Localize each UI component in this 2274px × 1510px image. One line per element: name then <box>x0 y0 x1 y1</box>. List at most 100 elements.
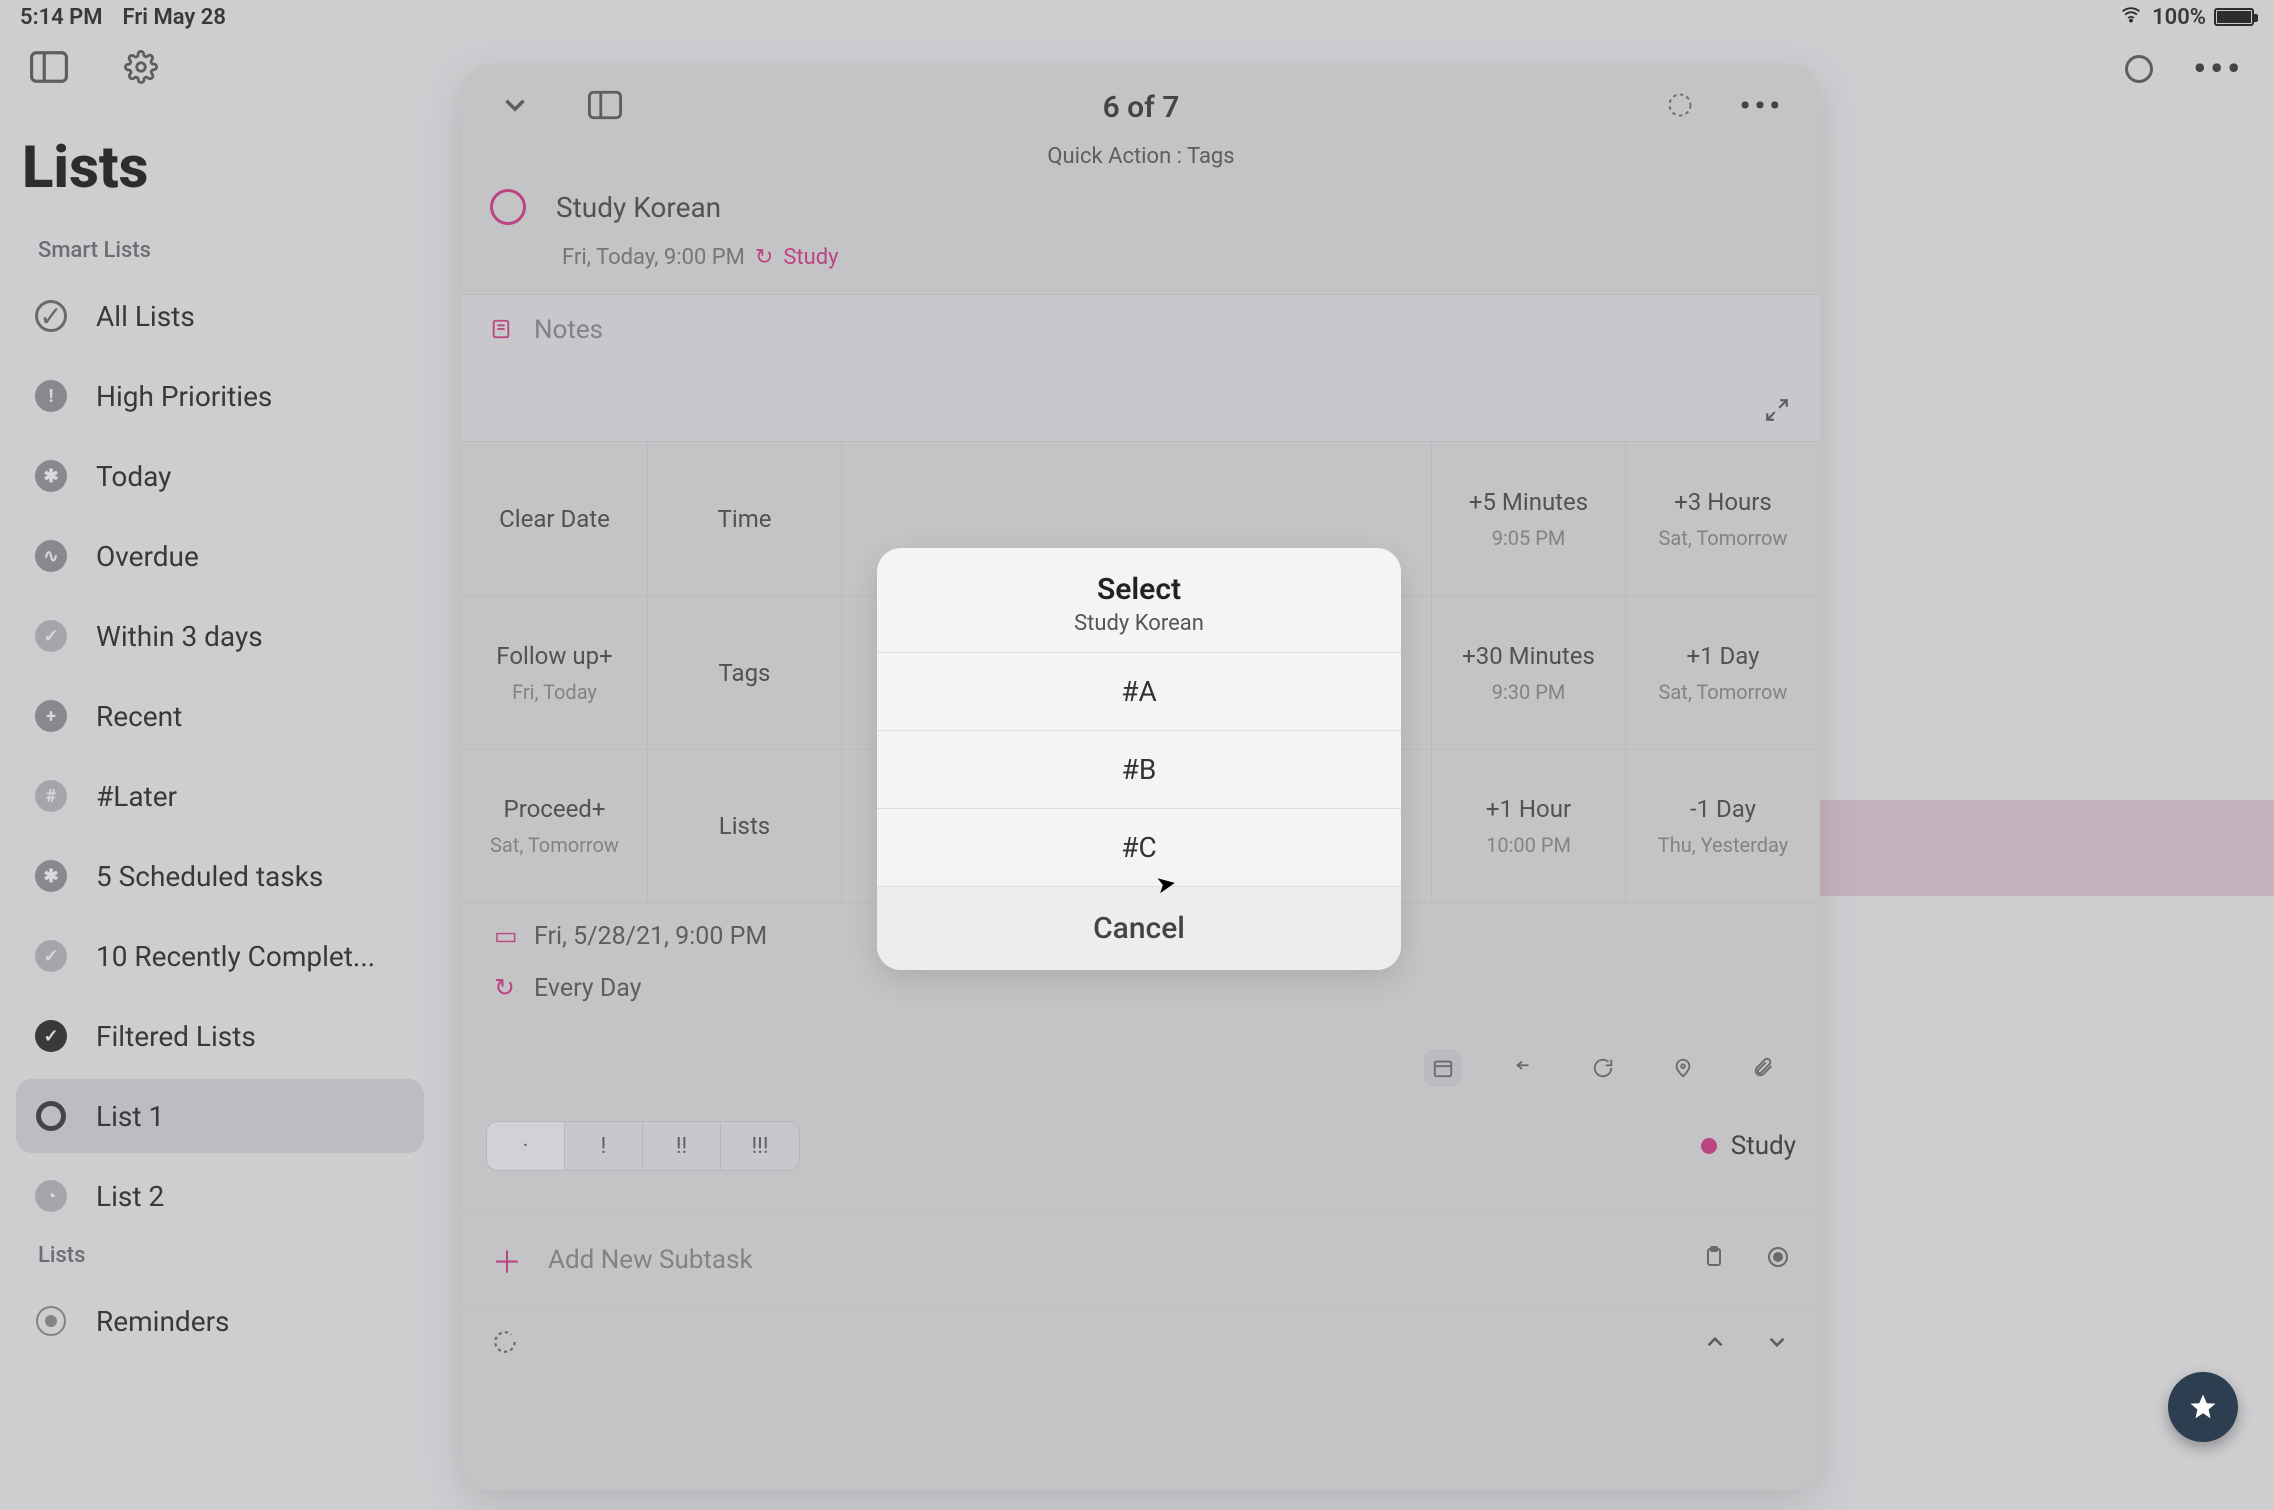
sidebar: Lists Smart Lists ✓ All Lists ! High Pri… <box>0 110 440 1364</box>
attachment-action-icon[interactable] <box>1744 1049 1782 1087</box>
task-name[interactable]: Study Korean <box>556 191 721 224</box>
quick-action-label: Quick Action : Tags <box>462 144 1820 169</box>
target-icon[interactable] <box>1666 91 1694 123</box>
settings-icon[interactable] <box>124 50 158 88</box>
sidebar-item-label: List 1 <box>96 1100 164 1133</box>
sidebar-item-label: Reminders <box>96 1305 230 1338</box>
layout-toggle-button[interactable] <box>588 88 622 126</box>
time-button[interactable]: Time <box>648 442 842 595</box>
priority-1[interactable]: ! <box>565 1122 643 1170</box>
task-schedule: Fri, Today, 9:00 PM <box>562 245 745 270</box>
fab-star-button[interactable] <box>2168 1372 2238 1442</box>
follow-up-button[interactable]: Follow up+Fri, Today <box>462 596 648 749</box>
expand-icon[interactable] <box>1764 397 1790 427</box>
sidebar-item-label: Within 3 days <box>96 620 263 653</box>
burst-icon: ✱ <box>32 457 70 495</box>
sidebar-item-label: #Later <box>96 780 177 813</box>
modal-option-b[interactable]: #B <box>877 730 1401 808</box>
chevron-up-icon[interactable] <box>1702 1329 1728 1359</box>
plus-5-min-button[interactable]: +5 Minutes9:05 PM <box>1432 442 1626 595</box>
plus-1-day-button[interactable]: +1 DaySat, Tomorrow <box>1626 596 1820 749</box>
sidebar-item-recent[interactable]: + Recent <box>16 679 424 753</box>
check-filled-icon: ✓ <box>32 937 70 975</box>
sidebar-item-list-1[interactable]: List 1 <box>16 1079 424 1153</box>
chevron-down-icon[interactable] <box>1764 1329 1790 1359</box>
modal-header: Select Study Korean <box>877 548 1401 652</box>
repeat-action-icon[interactable] <box>1584 1049 1622 1087</box>
due-date-text: Fri, 5/28/21, 9:00 PM <box>534 922 767 951</box>
sidebar-item-filtered-lists[interactable]: ✓ Filtered Lists <box>16 999 424 1073</box>
priority-none[interactable]: · <box>487 1122 565 1170</box>
task-complete-toggle[interactable] <box>490 189 526 225</box>
sidebar-item-label: Recent <box>96 700 182 733</box>
wifi-icon <box>2118 4 2144 30</box>
sidebar-item-later[interactable]: # #Later <box>16 759 424 833</box>
alarm-action-icon[interactable] <box>1504 1049 1542 1087</box>
plus-30-min-button[interactable]: +30 Minutes9:30 PM <box>1432 596 1626 749</box>
sidebar-item-all-lists[interactable]: ✓ All Lists <box>16 279 424 353</box>
plus-circle-icon: + <box>32 697 70 735</box>
repeat-icon: ↻ <box>494 973 516 1003</box>
tags-button[interactable]: Tags <box>648 596 842 749</box>
sync-status-icon[interactable] <box>2125 55 2153 83</box>
check-circle-icon: ✓ <box>32 297 70 335</box>
calendar-action-icon[interactable] <box>1424 1049 1462 1087</box>
priority-row: · ! !! !!! Study <box>462 1105 1820 1187</box>
task-schedule-row: Fri, Today, 9:00 PM ↻ Study <box>462 245 1820 270</box>
section-smart-lists: Smart Lists <box>38 238 424 263</box>
sidebar-item-label: 10 Recently Complet... <box>96 940 375 973</box>
task-title-row: Study Korean <box>462 183 1820 233</box>
add-subtask-row[interactable]: ＋ Add New Subtask <box>462 1211 1820 1308</box>
sync-icon[interactable] <box>492 1329 518 1359</box>
sidebar-item-label: High Priorities <box>96 380 272 413</box>
notes-area[interactable] <box>462 365 1820 441</box>
modal-subtitle: Study Korean <box>897 611 1381 636</box>
proceed-button[interactable]: Proceed+Sat, Tomorrow <box>462 750 648 902</box>
sidebar-item-scheduled[interactable]: ✱ 5 Scheduled tasks <box>16 839 424 913</box>
select-modal: Select Study Korean #A #B #C Cancel <box>877 548 1401 970</box>
priority-3[interactable]: !!! <box>721 1122 799 1170</box>
task-list-tag: Study <box>783 245 838 270</box>
sidebar-item-high-priorities[interactable]: ! High Priorities <box>16 359 424 433</box>
priority-segmented: · ! !! !!! <box>486 1121 800 1171</box>
modal-title: Select <box>897 572 1381 607</box>
notes-label: Notes <box>534 315 603 345</box>
battery-icon <box>2214 8 2254 26</box>
status-bar: 5:14 PM Fri May 28 100% <box>0 0 2274 34</box>
location-action-icon[interactable] <box>1664 1049 1702 1087</box>
repeat-text: Every Day <box>534 974 641 1003</box>
plus-3-hours-button[interactable]: +3 HoursSat, Tomorrow <box>1626 442 1820 595</box>
subtask-placeholder: Add New Subtask <box>548 1245 753 1275</box>
check-filled-icon: ✓ <box>32 617 70 655</box>
overdue-icon: ∿ <box>32 537 70 575</box>
sidebar-title: Lists <box>22 134 424 202</box>
sidebar-item-label: Today <box>96 460 171 493</box>
clipboard-icon[interactable] <box>1702 1245 1726 1276</box>
priority-2[interactable]: !! <box>643 1122 721 1170</box>
collapse-button[interactable] <box>498 88 532 126</box>
sidebar-item-overdue[interactable]: ∿ Overdue <box>16 519 424 593</box>
sidebar-item-reminders[interactable]: Reminders <box>16 1284 424 1358</box>
record-icon[interactable] <box>1766 1245 1790 1276</box>
modal-option-a[interactable]: #A <box>877 652 1401 730</box>
lists-button[interactable]: Lists <box>648 750 842 902</box>
minus-1-day-button[interactable]: -1 DayThu, Yesterday <box>1626 750 1820 902</box>
sidebar-item-today[interactable]: ✱ Today <box>16 439 424 513</box>
repeat-row[interactable]: ↻ Every Day <box>462 969 1820 1021</box>
modal-option-c[interactable]: #C <box>877 808 1401 886</box>
modal-cancel-button[interactable]: Cancel <box>877 886 1401 970</box>
detail-counter: 6 of 7 <box>1103 90 1180 125</box>
notes-row[interactable]: Notes <box>462 294 1820 365</box>
plus-1-hour-button[interactable]: +1 Hour10:00 PM <box>1432 750 1626 902</box>
bell-icon: ◔ <box>32 1177 70 1215</box>
list-chip[interactable]: Study <box>1701 1131 1796 1161</box>
battery-percent: 100% <box>2152 5 2206 30</box>
sidebar-item-list-2[interactable]: ◔ List 2 <box>16 1159 424 1233</box>
sidebar-item-recently-completed[interactable]: ✓ 10 Recently Complet... <box>16 919 424 993</box>
clear-date-button[interactable]: Clear Date <box>462 442 648 595</box>
repeat-icon: ↻ <box>755 245 773 270</box>
status-date: Fri May 28 <box>123 5 226 30</box>
sidebar-item-within-3-days[interactable]: ✓ Within 3 days <box>16 599 424 673</box>
sidebar-toggle-icon[interactable] <box>30 50 68 88</box>
hash-icon: # <box>32 777 70 815</box>
